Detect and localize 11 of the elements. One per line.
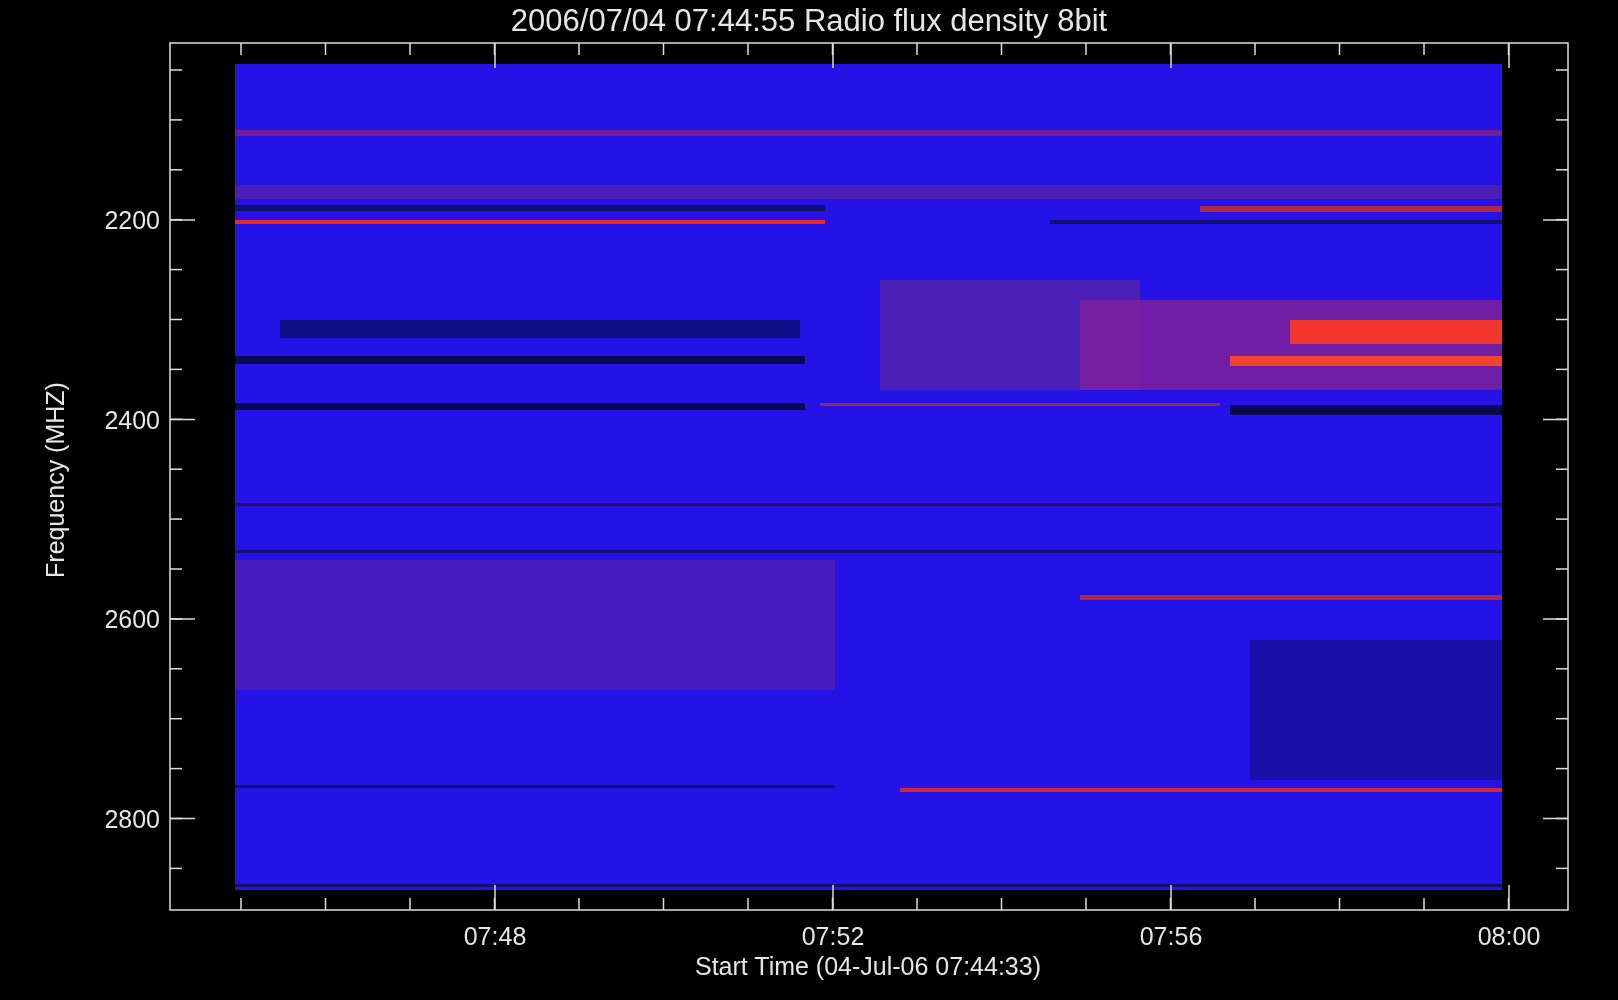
y-tick-label: 2600 bbox=[104, 605, 160, 633]
y-tick-label: 2800 bbox=[104, 804, 160, 833]
x-tick-label: 07:48 bbox=[463, 922, 527, 950]
x-tick-label: 07:56 bbox=[1139, 922, 1203, 950]
y-axis-label: Frequency (MHZ) bbox=[41, 382, 69, 578]
x-axis-label: Start Time (04-Jul-06 07:44:33) bbox=[695, 952, 1041, 980]
x-tick-label: 07:52 bbox=[801, 922, 865, 950]
plot-title: 2006/07/04 07:44:55 Radio flux density 8bit bbox=[510, 3, 1108, 38]
x-tick-label: 08:00 bbox=[1477, 922, 1541, 950]
y-tick-label: 2200 bbox=[104, 206, 160, 234]
y-tick-label: 2400 bbox=[104, 405, 160, 434]
